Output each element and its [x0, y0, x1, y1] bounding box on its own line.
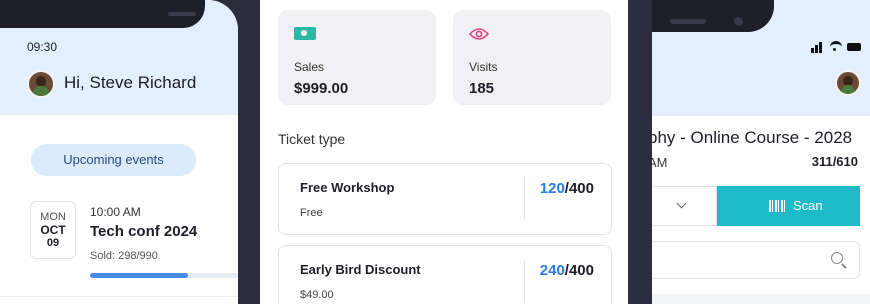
course-checkin-count: 311/610 — [811, 154, 858, 169]
ticket-price: Free — [300, 207, 323, 219]
wifi-icon — [830, 41, 842, 53]
event-time: 10:00 AM — [90, 205, 141, 219]
status-bar-icons — [811, 41, 861, 53]
sales-card[interactable]: Sales $999.00 — [278, 10, 436, 105]
ticket-sold: 240 — [539, 262, 565, 279]
ticket-card-free-workshop[interactable]: Free Workshop Free 120/400 — [278, 163, 612, 235]
visits-label: Visits — [469, 60, 498, 74]
event-weekday: MON — [40, 211, 66, 223]
ticket-price: $49.00 — [300, 289, 334, 301]
ticket-type-heading: Ticket type — [278, 131, 346, 147]
sales-label: Sales — [294, 60, 325, 74]
sales-value: $999.00 — [294, 80, 349, 97]
scan-button-label: Scan — [793, 198, 823, 213]
phone-notch — [652, 0, 774, 32]
ticket-sold: 120 — [539, 180, 565, 197]
avatar[interactable] — [835, 70, 861, 96]
event-month: OCT — [40, 223, 66, 237]
notch-speaker — [168, 12, 196, 16]
visits-value: 185 — [469, 80, 495, 97]
phone-notch — [0, 0, 205, 28]
course-title: phy - Online Course - 2028 — [652, 128, 853, 147]
scan-button[interactable]: Scan — [717, 186, 860, 226]
notch-speaker — [670, 19, 706, 24]
barcode-icon — [769, 200, 787, 212]
event-dashboard-panel: Sales $999.00 Visits 185 Ticket type Fre… — [260, 0, 628, 304]
chevron-down-icon — [676, 198, 687, 209]
ticket-count: 120/400 — [540, 180, 594, 197]
event-date-badge: MON OCT 09 — [30, 201, 76, 259]
search-icon — [831, 252, 843, 264]
event-sold-count: Sold: 298/990 — [90, 250, 158, 262]
avatar[interactable] — [27, 70, 55, 98]
ticket-count: 240/400 — [540, 262, 594, 279]
notch-camera — [734, 17, 743, 26]
ticket-card-early-bird[interactable]: Early Bird Discount $49.00 240/400 — [278, 245, 612, 304]
status-time: 09:30 — [27, 40, 58, 54]
money-icon — [294, 27, 316, 40]
ticket-total: /400 — [564, 262, 594, 279]
event-day: 09 — [46, 237, 60, 249]
event-title[interactable]: Tech conf 2024 — [90, 223, 197, 240]
right-phone-screen: phy - Online Course - 2028 AM 311/610 Sc… — [652, 0, 870, 304]
course-time: AM — [652, 155, 668, 170]
ticket-name: Free Workshop — [300, 180, 395, 195]
event-sold-progress-fill — [90, 273, 188, 278]
visits-card[interactable]: Visits 185 — [453, 10, 611, 105]
list-divider — [0, 296, 238, 297]
greeting-text: Hi, Steve Richard — [64, 73, 197, 92]
event-sold-progress — [90, 273, 238, 278]
battery-icon — [847, 43, 861, 51]
attendee-list-row — [652, 294, 870, 304]
ticket-filter-select[interactable] — [652, 186, 717, 226]
eye-icon — [468, 27, 490, 46]
ticket-name: Early Bird Discount — [300, 262, 421, 277]
ticket-divider — [524, 178, 525, 220]
tab-upcoming-events[interactable]: Upcoming events — [31, 144, 196, 176]
ticket-total: /400 — [564, 180, 594, 197]
ticket-divider — [524, 260, 525, 302]
left-phone-screen: 09:30 Hi, Steve Richard Upcoming events … — [0, 0, 238, 304]
search-input[interactable] — [652, 241, 860, 279]
